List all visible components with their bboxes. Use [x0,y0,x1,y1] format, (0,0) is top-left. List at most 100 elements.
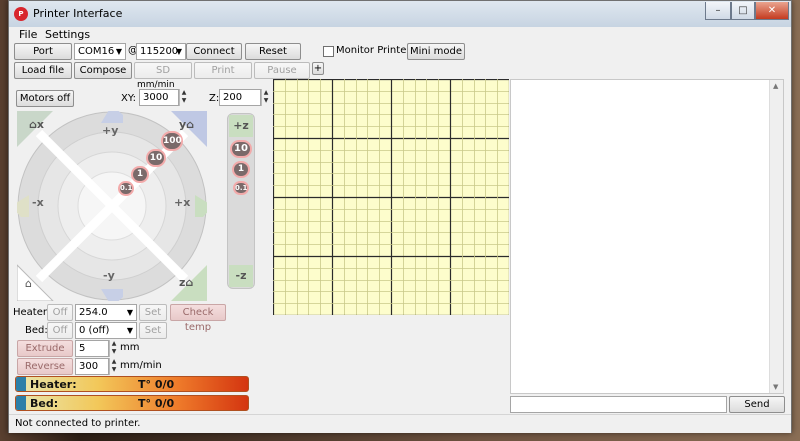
spinner-arrow-icon: ▲ [111,358,117,365]
status-text: Not connected to printer. [15,418,141,429]
console-log[interactable]: ▲ ▼ [510,79,784,394]
z-step-1[interactable]: 1 [232,161,250,178]
port-value: COM16 [78,46,115,57]
heater-temp-reading: T° 0/0 [138,378,175,391]
port-button[interactable]: Port [14,43,72,60]
check-temp-button[interactable]: Check temp [170,304,226,333]
home-x-label[interactable]: ⌂x [29,118,44,131]
title-bar: P Printer Interface – □ ✕ [9,1,791,27]
build-plate-view[interactable] [273,79,509,315]
spinner-arrow-icon: ▲ [181,89,187,96]
build-plate-grid [273,79,509,315]
reverse-button[interactable]: Reverse [17,358,73,375]
port-select[interactable]: COM16 ▼ [74,43,126,60]
pause-button[interactable]: Pause [254,62,310,79]
window-title: Printer Interface [33,7,123,20]
close-button[interactable]: ✕ [755,2,789,20]
dropdown-arrow-icon: ▼ [126,308,133,317]
spinner-arrow-icon: ▲ [111,340,117,347]
connect-button[interactable]: Connect [186,43,242,60]
maximize-button[interactable]: □ [731,2,755,20]
home-z-label[interactable]: z⌂ [179,276,193,289]
xy-label: XY: [121,93,136,104]
add-button[interactable]: + [312,62,324,75]
mini-mode-button[interactable]: Mini mode [407,43,465,60]
z-step-10[interactable]: 10 [230,140,252,158]
feed-rate-field[interactable]: 300 [75,358,109,375]
jog-plus-z[interactable]: +z [229,115,253,137]
compose-button[interactable]: Compose [74,62,132,79]
bar-corner [16,377,26,391]
heater-temp-label: Heater: [30,378,77,391]
print-button[interactable]: Print [194,62,252,79]
baud-select[interactable]: 115200 ▼ [136,43,186,60]
status-bar: Not connected to printer. [9,414,791,433]
extrude-length-spinner[interactable]: ▲ ▼ [109,340,118,357]
extrude-unit: mm [120,342,140,353]
jog-minus-z[interactable]: -z [229,265,253,287]
app-icon: P [14,7,28,21]
dropdown-arrow-icon: ▼ [115,47,122,56]
spinner-arrow-icon: ▼ [263,97,269,104]
heater-off-button[interactable]: Off [47,304,73,321]
step-100[interactable]: 100 [161,131,183,151]
z-label: Z: [209,93,220,104]
spinner-arrow-icon: ▼ [181,97,187,104]
monitor-label: Monitor Printer [336,45,411,56]
console-scrollbar[interactable]: ▲ ▼ [769,80,783,393]
menu-bar: File Settings [9,27,791,41]
sd-button[interactable]: SD [134,62,192,79]
bed-set-button[interactable]: Set [139,322,167,339]
heater-set-button[interactable]: Set [139,304,167,321]
dropdown-arrow-icon: ▼ [126,326,133,335]
extrude-length-field[interactable]: 5 [75,340,109,357]
spinner-arrow-icon: ▲ [263,89,269,96]
bed-temp-label: Bed: [30,397,59,410]
step-0-1[interactable]: 0.1 [118,181,134,196]
load-file-button[interactable]: Load file [14,62,72,79]
scroll-down-icon[interactable]: ▼ [773,383,778,391]
step-1[interactable]: 1 [131,166,149,183]
home-y-label[interactable]: y⌂ [179,118,194,131]
minimize-button[interactable]: – [705,2,731,20]
monitor-checkbox[interactable] [323,46,334,57]
bed-select[interactable]: 0 (off) ▼ [75,322,137,339]
step-10[interactable]: 10 [146,149,166,167]
home-icon: ⌂ [29,118,37,131]
app-window: P Printer Interface – □ ✕ File Settings … [8,0,792,433]
spinner-arrow-icon: ▼ [111,366,117,373]
menu-file[interactable]: File [19,28,37,41]
bed-value: 0 (off) [79,325,110,336]
reset-button[interactable]: Reset [245,43,301,60]
bed-off-button[interactable]: Off [47,322,73,339]
command-input[interactable] [510,396,727,413]
dropdown-arrow-icon: ▼ [175,47,182,56]
home-all-icon[interactable]: ⌂ [25,277,32,290]
jog-plus-y[interactable]: +y [102,124,118,137]
scroll-up-icon[interactable]: ▲ [773,82,778,90]
home-icon: ⌂ [185,276,194,289]
bar-corner [16,396,26,410]
menu-settings[interactable]: Settings [45,28,90,41]
home-icon: ⌂ [186,118,195,131]
bed-temp-reading: T° 0/0 [138,397,175,410]
bed-temp-bar: Bed: T° 0/0 [15,395,249,411]
heater-select[interactable]: 254.0 (user ▼ [75,304,137,333]
baud-value: 115200 [140,46,179,57]
jog-plus-x[interactable]: +x [174,196,190,209]
feed-rate-spinner[interactable]: ▲ ▼ [109,358,118,375]
motors-off-button[interactable]: Motors off [16,90,74,107]
send-button[interactable]: Send [729,396,785,413]
feed-rate-unit: mm/min [120,360,162,371]
heater-label: Heater: [13,307,51,318]
jog-minus-y[interactable]: -y [103,269,115,282]
z-speed-spinner[interactable]: ▲ ▼ [261,89,270,106]
bed-label: Bed: [25,325,48,336]
xy-speed-field[interactable]: 3000 [139,89,179,106]
z-speed-field[interactable]: 200 [219,89,261,106]
jog-minus-x[interactable]: -x [32,196,44,209]
z-step-0-1[interactable]: 0.1 [233,181,249,195]
heater-temp-bar: Heater: T° 0/0 [15,376,249,392]
extrude-button[interactable]: Extrude [17,340,73,357]
xy-speed-spinner[interactable]: ▲ ▼ [179,89,188,106]
